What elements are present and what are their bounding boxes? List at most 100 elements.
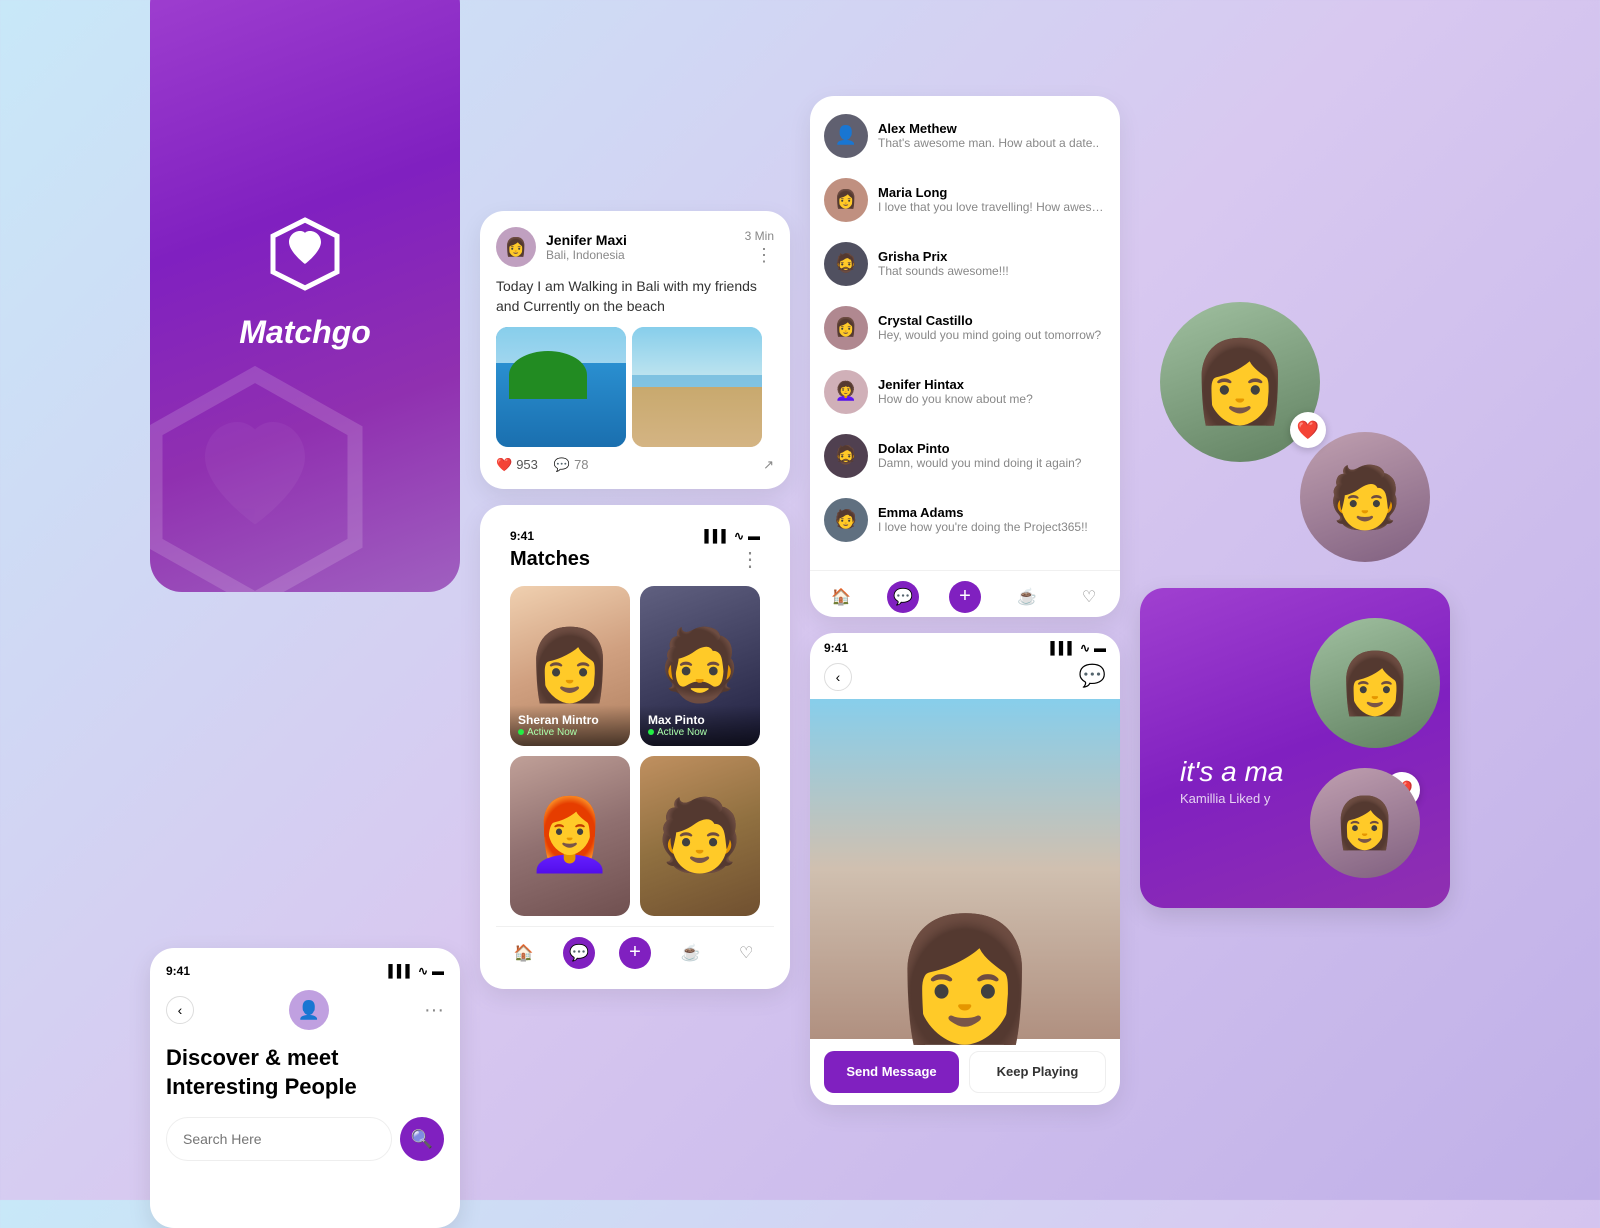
msg-name: Alex Methew <box>878 121 1106 136</box>
post-actions: ❤️ 953 💬 78 ↗ <box>496 457 774 473</box>
profile-actions: Send Message Keep Playing <box>810 1039 1120 1105</box>
matchgo-hex-logo <box>265 214 345 294</box>
msg-name: Dolax Pinto <box>878 441 1106 456</box>
tab-plus[interactable]: + <box>619 937 651 969</box>
app-title: Matchgo <box>239 314 371 351</box>
share-button[interactable]: ↗ <box>763 457 774 473</box>
signal-icon-3: ▌▌▌ <box>1050 641 1076 655</box>
tab-heart[interactable]: ♡ <box>730 937 762 969</box>
msg-avatar-crystal: 👩 <box>824 306 868 350</box>
search-button[interactable]: 🔍 <box>400 1117 444 1161</box>
msg-name: Jenifer Hintax <box>878 377 1106 392</box>
middle-column: 👩 Jenifer Maxi Bali, Indonesia 3 Min ⋮ T… <box>480 211 790 988</box>
post-location: Bali, Indonesia <box>546 248 627 262</box>
profile-card: 9:41 ▌▌▌ ∿ ▬ ‹ 💬 👩 Send Message Keep Pla… <box>810 633 1120 1105</box>
post-card: 👩 Jenifer Maxi Bali, Indonesia 3 Min ⋮ T… <box>480 211 790 488</box>
list-item[interactable]: 🧔 Dolax Pinto Damn, would you mind doing… <box>810 424 1120 488</box>
keep-playing-button[interactable]: Keep Playing <box>969 1051 1106 1093</box>
msg-name: Maria Long <box>878 185 1106 200</box>
match-card-3[interactable]: 👩‍🦰 <box>510 756 630 916</box>
tab-home-msgs[interactable]: 🏠 <box>825 581 857 613</box>
matches-card: 9:41 ▌▌▌ ∿ ▬ Matches ⋮ 👩 Sheran Mintro <box>480 505 790 989</box>
send-message-button[interactable]: Send Message <box>824 1051 959 1093</box>
signal-icon-2: ▌▌▌ <box>704 529 730 543</box>
matches-status-bar: 9:41 ▌▌▌ ∿ ▬ <box>496 521 774 547</box>
post-time: 3 Min <box>745 229 774 243</box>
matchgo-splash-card: Matchgo <box>150 0 460 592</box>
battery-icon-2: ▬ <box>748 529 760 543</box>
tab-plus-msgs[interactable]: + <box>949 581 981 613</box>
post-image-ocean <box>496 327 626 447</box>
post-header: 👩 Jenifer Maxi Bali, Indonesia 3 Min ⋮ <box>496 227 774 267</box>
match-card-1[interactable]: 👩 Sheran Mintro Active Now <box>510 586 630 746</box>
post-menu-button[interactable]: ⋮ <box>755 245 774 266</box>
msg-text: Hey, would you mind going out tomorrow? <box>878 328 1106 342</box>
chat-icon-profile[interactable]: 💬 <box>1079 663 1106 691</box>
wifi-icon: ∿ <box>418 964 428 978</box>
messages-list: 👤 Alex Methew That's awesome man. How ab… <box>810 96 1120 560</box>
tab-coffee-msgs[interactable]: ☕ <box>1011 581 1043 613</box>
heart-badge-floating: ❤️ <box>1290 412 1326 448</box>
tab-heart-msgs[interactable]: ♡ <box>1073 581 1105 613</box>
list-item[interactable]: 🧑 Emma Adams I love how you're doing the… <box>810 488 1120 552</box>
msg-avatar-grisha: 🧔 <box>824 242 868 286</box>
wifi-icon-2: ∿ <box>734 529 744 543</box>
profile-time: 9:41 <box>824 641 848 655</box>
search-bar: 🔍 <box>166 1117 444 1161</box>
msg-text: I love how you're doing the Project365!! <box>878 520 1106 534</box>
profile-photo: 👩 <box>810 699 1120 1039</box>
list-item[interactable]: 👤 Alex Methew That's awesome man. How ab… <box>810 104 1120 168</box>
post-image-beach <box>632 327 762 447</box>
match-name-2: Max Pinto <box>648 713 752 727</box>
comment-count[interactable]: 💬 78 <box>554 457 589 473</box>
messages-card: 👤 Alex Methew That's awesome man. How ab… <box>810 96 1120 617</box>
floating-photos-section: 👩 🧑 ❤️ <box>1140 292 1450 572</box>
post-images <box>496 327 774 447</box>
list-item[interactable]: 👩‍🦱 Jenifer Hintax How do you know about… <box>810 360 1120 424</box>
match-status-2: Active Now <box>648 727 752 738</box>
matches-title: Matches <box>510 548 590 571</box>
user-avatar: 👤 <box>289 990 329 1030</box>
tab-chat-msgs[interactable]: 💬 <box>887 581 919 613</box>
like-count[interactable]: ❤️ 953 <box>496 457 538 473</box>
matches-time: 9:41 <box>510 529 534 543</box>
search-input[interactable] <box>166 1117 392 1161</box>
msg-avatar-dolax: 🧔 <box>824 434 868 478</box>
signal-icon: ▌▌▌ <box>388 964 414 978</box>
match-celebration-card: 👩 ❤️ it's a ma Kamillia Liked y 👩 <box>1140 588 1450 908</box>
msg-name: Crystal Castillo <box>878 313 1106 328</box>
tab-chat[interactable]: 💬 <box>563 937 595 969</box>
profile-back-button[interactable]: ‹ <box>824 663 852 691</box>
match-card-4[interactable]: 🧑 <box>640 756 760 916</box>
tab-bar-matches: 🏠 💬 + ☕ ♡ <box>496 926 774 973</box>
msg-text: That's awesome man. How about a date.. <box>878 136 1106 150</box>
tab-bar-messages: 🏠 💬 + ☕ ♡ <box>810 570 1120 617</box>
matches-menu-button[interactable]: ⋮ <box>740 547 760 572</box>
match-person-1: 👩 <box>1310 618 1440 748</box>
post-user-avatar: 👩 <box>496 227 536 267</box>
list-item[interactable]: 👩 Crystal Castillo Hey, would you mind g… <box>810 296 1120 360</box>
tab-home[interactable]: 🏠 <box>508 937 540 969</box>
msg-name: Grisha Prix <box>878 249 1106 264</box>
discover-title: Discover & meet Interesting People <box>166 1044 444 1101</box>
post-text: Today I am Walking in Bali with my frien… <box>496 277 774 316</box>
tab-coffee[interactable]: ☕ <box>675 937 707 969</box>
match-its-text: it's a ma <box>1180 756 1283 788</box>
more-options-button[interactable]: ··· <box>424 999 444 1022</box>
status-icons: ▌▌▌ ∿ ▬ <box>388 964 444 978</box>
msg-text: That sounds awesome!!! <box>878 264 1106 278</box>
discover-card: 9:41 ▌▌▌ ∿ ▬ ‹ 👤 ··· Discover & meet Int… <box>150 948 460 1228</box>
msg-avatar-alex: 👤 <box>824 114 868 158</box>
msg-text: Damn, would you mind doing it again? <box>878 456 1106 470</box>
wifi-icon-3: ∿ <box>1080 641 1090 655</box>
list-item[interactable]: 👩 Maria Long I love that you love travel… <box>810 168 1120 232</box>
heart-icon: ❤️ <box>496 457 512 473</box>
time-display: 9:41 <box>166 964 190 978</box>
msg-text: I love that you love travelling! How awe… <box>878 200 1106 214</box>
match-status-1: Active Now <box>518 727 622 738</box>
msg-avatar-jenifer: 👩‍🦱 <box>824 370 868 414</box>
back-button[interactable]: ‹ <box>166 996 194 1024</box>
post-user-info: Jenifer Maxi Bali, Indonesia <box>546 232 627 262</box>
match-card-2[interactable]: 🧔 Max Pinto Active Now <box>640 586 760 746</box>
list-item[interactable]: 🧔 Grisha Prix That sounds awesome!!! <box>810 232 1120 296</box>
